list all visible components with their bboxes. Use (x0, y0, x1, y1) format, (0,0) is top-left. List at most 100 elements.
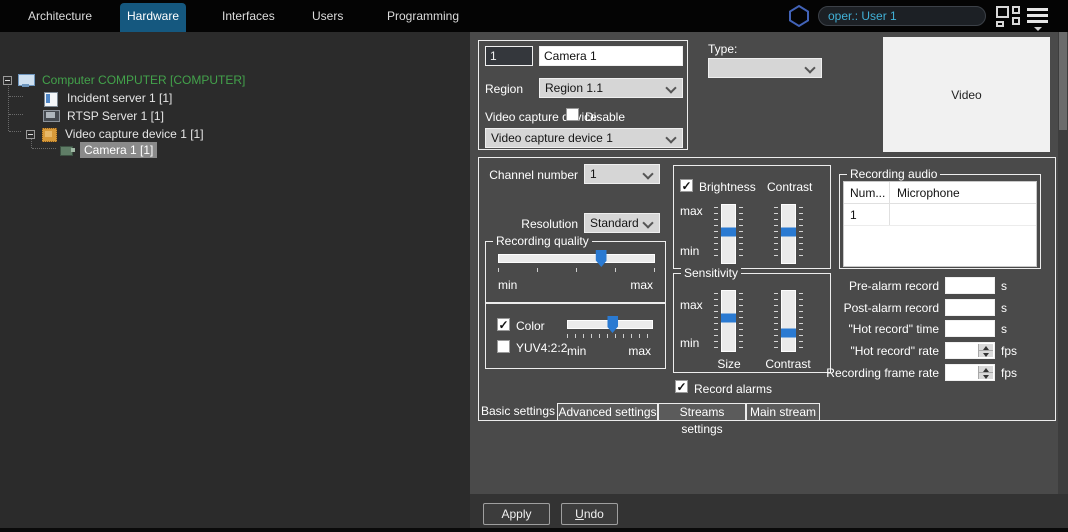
identity-groupbox: Region Region 1.1 Video capture device D… (478, 40, 688, 150)
recording-quality-groupbox: Recording quality min max (485, 241, 666, 303)
hamburger-menu-icon[interactable] (1027, 8, 1048, 26)
vertical-scrollbar[interactable] (1058, 32, 1068, 494)
cell-microphone (890, 204, 1036, 225)
unit-label: fps (1001, 366, 1017, 380)
disable-checkbox[interactable] (566, 108, 579, 121)
color-label: Color (516, 319, 545, 333)
current-user-badge[interactable]: oper.: User 1 (818, 6, 986, 26)
cell-num: 1 (844, 204, 890, 225)
yuv-checkbox[interactable] (497, 340, 510, 353)
collapse-expander-icon[interactable] (26, 130, 35, 139)
undo-button[interactable]: Undo (561, 503, 618, 525)
nav-item-users[interactable]: Users (312, 0, 343, 32)
nav-item-programming[interactable]: Programming (387, 0, 459, 32)
tree-item-incident-server[interactable]: Incident server 1 [1] (43, 90, 176, 106)
recording-quality-slider-thumb[interactable] (596, 250, 607, 267)
hot-record-rate-input[interactable] (945, 342, 995, 359)
contrast-slider-thumb[interactable] (781, 228, 796, 237)
contrast-slider[interactable] (781, 204, 796, 264)
nav-item-hardware[interactable]: Hardware (120, 3, 186, 32)
computer-icon (18, 74, 33, 87)
camera-name-input[interactable] (539, 46, 683, 66)
spinner-up-icon[interactable] (979, 344, 993, 351)
disable-label: Disable (585, 110, 625, 124)
footer-action-bar (470, 494, 1068, 532)
top-nav-bar: Architecture Hardware Interfaces Users P… (0, 0, 1068, 32)
contrast-slider-thumb[interactable] (781, 329, 796, 338)
spinner-control[interactable] (978, 344, 993, 357)
yuv-label: YUV4:2:2 (516, 341, 567, 355)
app-logo-hexagon-icon (788, 4, 810, 28)
tree-connector (9, 114, 23, 115)
brightness-checkbox[interactable]: ✓ (680, 179, 693, 192)
tab-streams-settings[interactable]: Streams settings (658, 403, 746, 421)
color-slider[interactable] (567, 320, 653, 329)
nav-item-architecture[interactable]: Architecture (28, 0, 92, 32)
brightness-slider[interactable] (721, 204, 736, 264)
spinner-down-icon[interactable] (979, 351, 993, 357)
grid-square (1012, 17, 1020, 25)
record-alarms-label: Record alarms (694, 382, 772, 396)
type-dropdown[interactable] (708, 58, 822, 78)
sensitivity-groupbox: Sensitivity max min Size Contrast (673, 273, 831, 373)
record-alarms-checkbox[interactable]: ✓ (675, 380, 688, 393)
tree-item-computer[interactable]: Computer COMPUTER [COMPUTER] (3, 72, 249, 88)
recording-quality-slider[interactable] (498, 254, 655, 263)
hot-record-time-input[interactable] (945, 320, 995, 337)
grid-square (996, 21, 1004, 27)
tree-connector (8, 82, 9, 131)
post-alarm-record-input[interactable] (945, 299, 995, 316)
layout-grid-icon[interactable] (996, 6, 1020, 27)
tab-basic-settings[interactable]: Basic settings (479, 403, 557, 421)
recording-quality-title: Recording quality (493, 234, 592, 248)
table-row[interactable]: 1 (844, 204, 1036, 226)
column-header-num: Num... (844, 182, 890, 203)
tree-item-rtsp-server[interactable]: RTSP Server 1 [1] (43, 108, 168, 124)
hot-record-rate-label: "Hot record" rate (821, 344, 939, 358)
nav-item-interfaces[interactable]: Interfaces (222, 0, 275, 32)
brightness-slider-thumb[interactable] (721, 228, 736, 237)
recording-audio-title: Recording audio (847, 167, 940, 181)
undo-label-rest: ndo (584, 507, 604, 521)
size-slider-thumb[interactable] (721, 314, 736, 323)
video-preview-label: Video (951, 88, 981, 102)
color-slider-thumb[interactable] (607, 316, 618, 333)
tree-connector (32, 148, 56, 149)
sensitivity-contrast-slider[interactable] (781, 290, 796, 352)
video-preview-box[interactable]: Video (883, 37, 1050, 152)
scrollbar-thumb[interactable] (1059, 32, 1067, 130)
color-checkbox[interactable]: ✓ (497, 318, 510, 331)
column-header-microphone: Microphone (890, 182, 1036, 203)
video-capture-device-label: Video capture device (485, 110, 597, 124)
resolution-dropdown[interactable]: Standard (584, 213, 660, 233)
tree-item-camera-selected[interactable]: Camera 1 [1] (60, 142, 157, 158)
spinner-down-icon[interactable] (979, 373, 993, 379)
channel-number-dropdown[interactable]: 1 (584, 164, 660, 184)
apply-button[interactable]: Apply (483, 503, 550, 525)
tab-main-stream[interactable]: Main stream (746, 403, 820, 421)
tree-item-video-capture-device[interactable]: Video capture device 1 [1] (26, 126, 208, 142)
collapse-expander-icon[interactable] (3, 76, 12, 85)
slider-ticks (498, 268, 656, 272)
region-dropdown[interactable]: Region 1.1 (539, 78, 683, 98)
recording-audio-table[interactable]: Num... Microphone 1 (843, 181, 1037, 267)
min-label: min (680, 336, 699, 350)
spinner-control[interactable] (978, 366, 993, 379)
region-label: Region (485, 82, 523, 96)
sensitivity-size-slider[interactable] (721, 290, 736, 352)
max-label: max (628, 344, 651, 358)
video-capture-device-dropdown[interactable]: Video capture device 1 (485, 128, 683, 148)
recording-frame-rate-label: Recording frame rate (821, 366, 939, 380)
contrast-label: Contrast (762, 357, 814, 371)
tab-advanced-settings[interactable]: Advanced settings (557, 403, 658, 421)
min-label: min (680, 244, 699, 258)
spinner-up-icon[interactable] (979, 366, 993, 373)
contrast-label: Contrast (767, 180, 812, 194)
recording-frame-rate-input[interactable] (945, 364, 995, 381)
camera-id-input[interactable] (485, 46, 533, 66)
tree-item-label: Incident server 1 [1] (63, 90, 176, 106)
pre-alarm-record-input[interactable] (945, 277, 995, 294)
camera-icon (60, 144, 75, 157)
window-bottom-edge (0, 528, 1068, 532)
max-label: max (680, 204, 703, 218)
